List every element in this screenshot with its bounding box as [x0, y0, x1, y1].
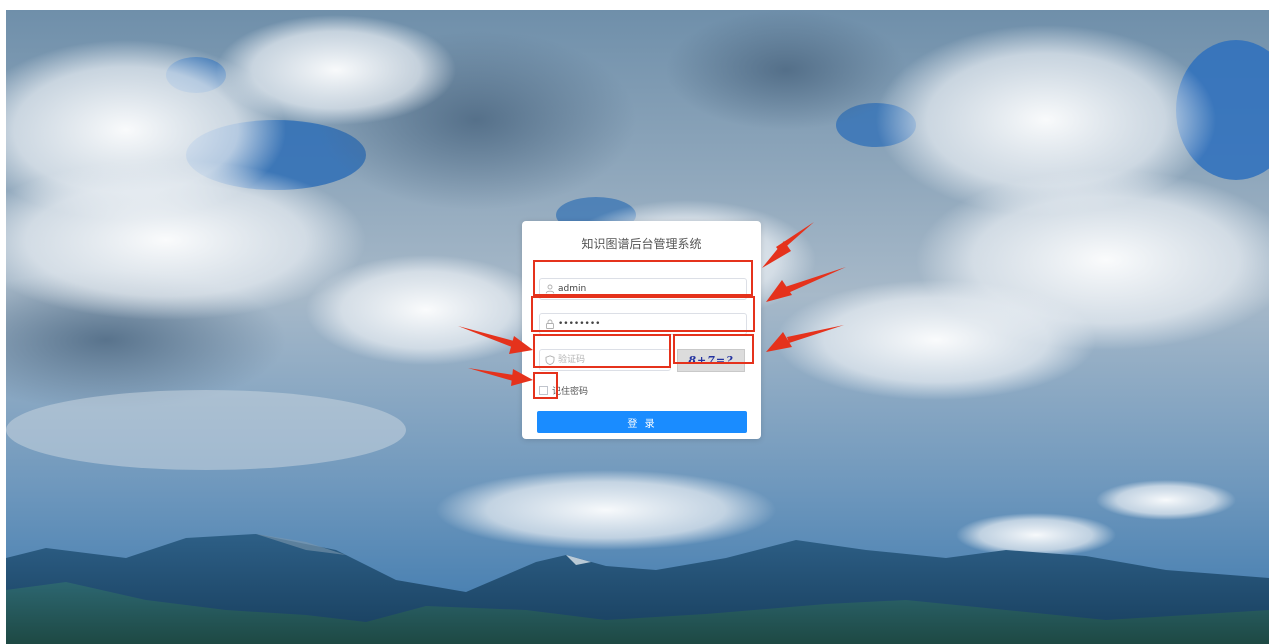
login-title: 知识图谱后台管理系统: [581, 237, 702, 251]
annotation-box-password: [531, 296, 755, 332]
annotation-box-captcha-image: [673, 334, 754, 364]
annotation-box-remember: [533, 372, 558, 399]
annotation-box-captcha-input: [533, 334, 671, 368]
background-scene: 知识图谱后台管理系统 8+7=? 记住密码 登 录: [6, 10, 1269, 644]
login-button[interactable]: 登 录: [537, 411, 747, 433]
annotation-box-username: [533, 260, 753, 296]
